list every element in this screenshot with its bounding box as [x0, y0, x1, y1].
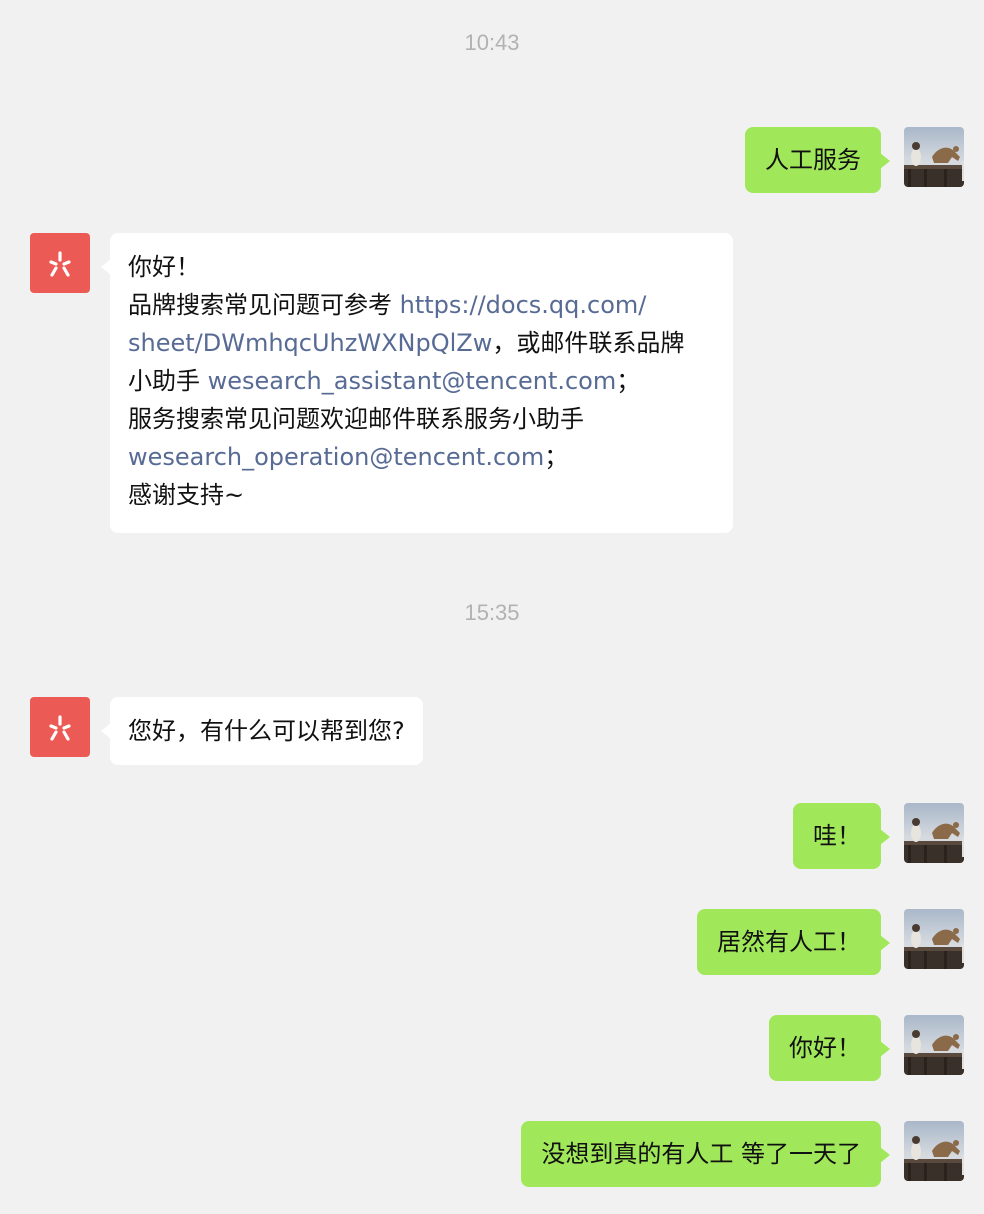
message-bubble[interactable]: 居然有人工！ — [697, 909, 890, 975]
message-text: 服务搜索常见问题欢迎邮件联系服务小助手 — [128, 405, 584, 433]
message-text: 没想到真的有人工 等了一天了 — [541, 1140, 861, 1168]
message-text: ； — [616, 367, 641, 395]
user-avatar[interactable] — [904, 803, 964, 863]
message-text: 小助手 — [128, 367, 208, 395]
user-avatar[interactable] — [904, 909, 964, 969]
message-text: 你好！ — [128, 253, 200, 281]
user-avatar[interactable] — [904, 1121, 964, 1181]
assistant-email-link[interactable]: wesearch_assistant@tencent.com — [208, 367, 617, 395]
message-text: 品牌搜索常见问题可参考 — [128, 291, 400, 319]
message-text: 你好！ — [789, 1034, 861, 1062]
message-bubble[interactable]: 你好！ 品牌搜索常见问题可参考 https://docs.qq.com/ she… — [101, 233, 733, 533]
wesearch-logo-icon[interactable] — [30, 233, 90, 293]
message-bubble[interactable]: 没想到真的有人工 等了一天了 — [521, 1121, 890, 1187]
message-bubble[interactable]: 你好！ — [769, 1015, 890, 1081]
message-text: 您好，有什么可以帮到您? — [128, 717, 405, 745]
timestamp: 15:35 — [464, 600, 520, 625]
docs-link[interactable]: sheet/DWmhqcUhzWXNpQlZw — [128, 329, 492, 357]
message-text: ，或邮件联系品牌 — [492, 329, 685, 357]
message-text: 人工服务 — [765, 146, 861, 174]
user-avatar[interactable] — [904, 1015, 964, 1075]
user-avatar[interactable] — [904, 127, 964, 187]
message-text: 哇！ — [813, 822, 861, 850]
message-text: 居然有人工！ — [717, 928, 861, 956]
message-bubble[interactable]: 人工服务 — [745, 127, 890, 193]
operation-email-link[interactable]: wesearch_operation@tencent.com — [128, 443, 544, 471]
message-text: ； — [544, 443, 569, 471]
message-bubble[interactable]: 您好，有什么可以帮到您? — [101, 697, 423, 765]
timestamp: 10:43 — [464, 30, 520, 55]
message-text: 感谢支持~ — [128, 481, 245, 509]
docs-link[interactable]: https://docs.qq.com/ — [400, 291, 647, 319]
wesearch-logo-icon[interactable] — [30, 697, 90, 757]
message-bubble[interactable]: 哇！ — [793, 803, 890, 869]
